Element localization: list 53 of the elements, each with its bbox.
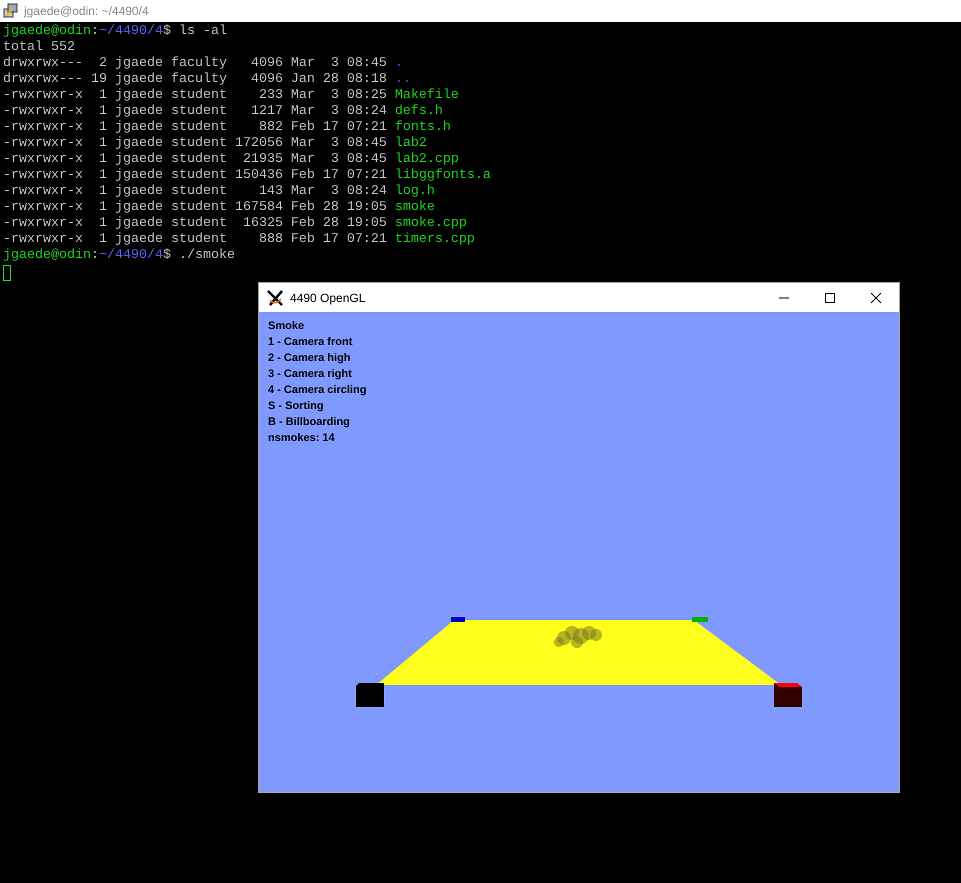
file-info: -rwxrwxr-x 1 jgaede student 233 Mar 3 08:25 bbox=[3, 88, 388, 104]
prompt-path: ~/4490/4 bbox=[98, 24, 163, 40]
overlay-text: S - Sorting bbox=[268, 399, 325, 414]
file-name: lab2.cpp bbox=[394, 152, 459, 168]
prompt-user: jgaede@odin bbox=[3, 248, 91, 264]
prompt-path: ~/4490/4 bbox=[98, 248, 163, 264]
prompt-user: jgaede@odin bbox=[3, 24, 91, 40]
maximize-icon bbox=[824, 292, 836, 304]
close-icon bbox=[870, 292, 882, 304]
cube bbox=[451, 617, 465, 622]
file-info: -rwxrwxr-x 1 jgaede student 172056 Mar 3 08:45 bbox=[3, 136, 388, 152]
command-text: : bbox=[90, 24, 99, 40]
overlay-text: Smoke bbox=[268, 319, 306, 334]
overlay-text: 3 - Camera right bbox=[268, 367, 353, 382]
command-text: : bbox=[90, 248, 99, 264]
terminal-title: jgaede@odin: ~/4490/4 bbox=[24, 4, 149, 18]
file-info: -rwxrwxr-x 1 jgaede student 16325 Feb 28 19:05 bbox=[3, 216, 388, 232]
file-info: -rwxrwxr-x 1 jgaede student 882 Feb 17 07:21 bbox=[3, 120, 388, 136]
file-name: timers.cpp bbox=[394, 232, 475, 248]
file-name: log.h bbox=[394, 184, 435, 200]
file-info: -rwxrwxr-x 1 jgaede student 888 Feb 17 07:21 bbox=[3, 232, 388, 248]
overlay-text: B - Billboarding bbox=[268, 415, 351, 430]
computer-terminal-icon bbox=[3, 3, 19, 19]
text-cursor bbox=[3, 265, 11, 281]
cube bbox=[356, 683, 384, 707]
overlay-text: 4 - Camera circling bbox=[268, 383, 366, 398]
directory-name: . bbox=[394, 56, 403, 72]
smoke-cloud bbox=[554, 626, 602, 648]
file-name: defs.h bbox=[394, 104, 443, 120]
overlay-text: nsmokes: 14 bbox=[268, 431, 336, 446]
x-logo-icon bbox=[267, 290, 283, 306]
file-info: -rwxrwxr-x 1 jgaede student 1217 Mar 3 08:24 bbox=[3, 104, 388, 120]
overlay-text: 2 - Camera high bbox=[268, 351, 352, 366]
file-info: -rwxrwxr-x 1 jgaede student 150436 Feb 17 07:21 bbox=[3, 168, 388, 184]
file-name: lab2 bbox=[394, 136, 427, 152]
directory-name: .. bbox=[394, 72, 411, 88]
overlay-text: 1 - Camera front bbox=[268, 335, 354, 350]
file-info: drwxrwx--- 2 jgaede faculty 4096 Mar 3 08:45 bbox=[3, 56, 388, 72]
file-name: smoke.cpp bbox=[394, 216, 467, 232]
cube bbox=[692, 617, 708, 622]
command-text: $ ls -al bbox=[162, 24, 227, 40]
file-name: fonts.h bbox=[394, 120, 451, 136]
file-name: smoke bbox=[394, 200, 435, 216]
file-info: drwxrwx--- 19 jgaede faculty 4096 Jan 28 08:18 bbox=[3, 72, 388, 88]
file-info: -rwxrwxr-x 1 jgaede student 167584 Feb 28 19:05 bbox=[3, 200, 388, 216]
command-text: $ ./smoke bbox=[162, 248, 235, 264]
window-title: 4490 OpenGL bbox=[290, 290, 366, 304]
file-name: libggfonts.a bbox=[394, 168, 491, 184]
output-text: total 552 bbox=[3, 40, 75, 56]
file-name: Makefile bbox=[394, 88, 459, 104]
file-info: -rwxrwxr-x 1 jgaede student 143 Mar 3 08:24 bbox=[3, 184, 388, 200]
cube bbox=[774, 683, 802, 707]
file-info: -rwxrwxr-x 1 jgaede student 21935 Mar 3 08:45 bbox=[3, 152, 388, 168]
